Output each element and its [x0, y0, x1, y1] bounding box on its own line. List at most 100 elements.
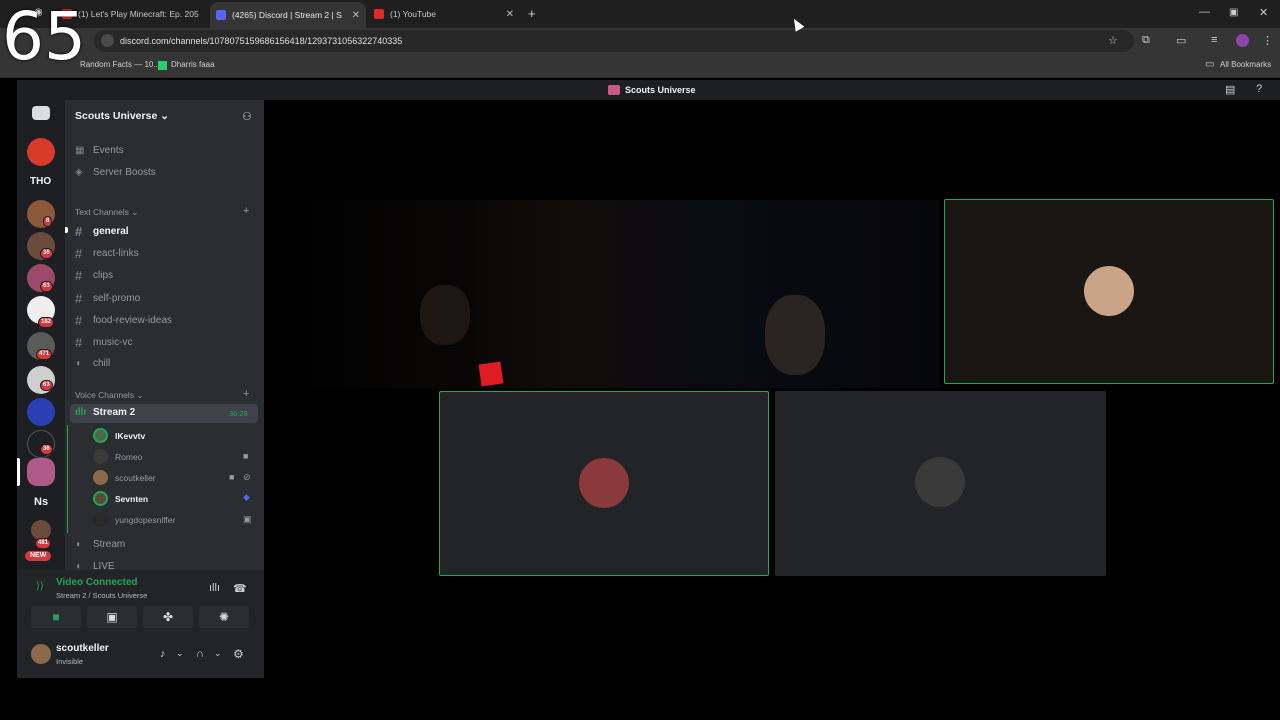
hash-icon: # [75, 313, 83, 328]
cast-icon[interactable]: ▭ [1176, 34, 1186, 47]
video-tile[interactable] [944, 199, 1274, 384]
server-icon-active[interactable] [27, 458, 55, 486]
stream-video[interactable] [270, 200, 940, 388]
mention-badge: 471 [36, 349, 53, 360]
server-name-text: Scouts Universe [75, 110, 158, 122]
nav-label: Server Boosts [93, 167, 156, 178]
channel-label: chill [93, 358, 111, 369]
inbox-icon[interactable]: ▤ [1225, 83, 1235, 96]
noise-suppression-icon[interactable]: ıllı [209, 582, 220, 594]
voice-channel-stream[interactable]: ◖ Stream [75, 539, 125, 550]
user-status: Invisible [56, 657, 84, 666]
window-title: Scouts Universe [625, 85, 696, 95]
mic-icon[interactable]: ♪ [160, 648, 166, 660]
server-icon[interactable] [31, 520, 51, 540]
voice-channel-stream-2[interactable]: ıllı Stream 2 [75, 407, 135, 418]
channel-music-vc[interactable]: # music-vc [75, 335, 132, 350]
youtube-icon [374, 9, 384, 19]
extensions-icon[interactable]: ⧉ [1142, 34, 1150, 47]
voice-location[interactable]: Stream 2 / Scouts Universe [56, 591, 147, 600]
close-window-icon[interactable]: ✕ [1259, 6, 1268, 19]
bookmark-favicon [158, 61, 167, 70]
server-icon[interactable] [27, 398, 55, 426]
close-tab-icon[interactable]: ✕ [344, 10, 360, 21]
video-icon: ■ [243, 451, 249, 461]
voice-tree-line [67, 425, 68, 533]
site-info-icon[interactable] [101, 34, 114, 47]
soundboard-button[interactable]: ✺ [199, 606, 249, 628]
tab-title: (1) YouTube [390, 9, 436, 19]
video-tile[interactable] [775, 391, 1106, 576]
voice-user[interactable]: Romeo [93, 449, 142, 464]
channel-chill[interactable]: ◖ chill [75, 358, 110, 369]
restore-icon[interactable]: ▣ [1229, 7, 1238, 18]
speaker-icon: ◖ [75, 561, 82, 570]
video-tile[interactable] [439, 391, 769, 576]
media-icon[interactable]: ≡ [1211, 34, 1217, 46]
invite-icon[interactable]: ⚇ [242, 110, 252, 123]
chevron-down-icon: ⌄ [160, 110, 170, 122]
chevron-down-icon[interactable]: ⌄ [214, 648, 222, 659]
nav-server-boosts[interactable]: ◈ Server Boosts [75, 167, 156, 178]
help-icon[interactable]: ? [1256, 83, 1262, 95]
close-tab-icon[interactable]: ✕ [498, 9, 514, 20]
category-voice-channels[interactable]: Voice Channels ⌄ [75, 390, 144, 401]
nav-events[interactable]: ▦ Events [75, 145, 124, 156]
tab-title: (1) Let's Play Minecraft: Ep. 205 [78, 9, 199, 19]
channel-label: react-links [93, 248, 139, 259]
channel-label: Stream [93, 539, 126, 550]
voice-user-name: Romeo [115, 451, 143, 462]
user-name[interactable]: scoutkeller [56, 643, 109, 654]
tab-youtube[interactable]: (1) YouTube ✕ [368, 4, 520, 24]
avatar [93, 470, 108, 485]
profile-avatar[interactable] [1236, 34, 1249, 47]
server-icon[interactable] [27, 138, 55, 166]
category-text-channels[interactable]: Text Channels ⌄ [75, 207, 138, 218]
server-name[interactable]: Scouts Universe ⌄ [75, 110, 169, 122]
channel-clips[interactable]: # clips [75, 268, 113, 283]
voice-user[interactable]: yungdopesniffer [93, 512, 175, 527]
voice-channel-live[interactable]: ◖ LIVE [75, 561, 115, 570]
add-channel-icon[interactable]: + [243, 388, 249, 400]
overlay-counter: 65 [2, 0, 86, 75]
signal-icon[interactable]: ⟩⟩ [36, 581, 44, 592]
discord-home-icon[interactable] [32, 106, 50, 120]
tab-discord[interactable]: (4265) Discord | Stream 2 | S ✕ [210, 2, 366, 28]
voice-user[interactable]: Sevnten [93, 491, 148, 506]
headphones-icon[interactable]: ∩ [196, 648, 204, 660]
activities-button[interactable]: ✤ [143, 606, 193, 628]
activity-icon: ◆ [243, 492, 250, 502]
add-channel-icon[interactable]: + [243, 205, 249, 217]
speaker-icon: ◖ [75, 539, 82, 550]
server-label-tho[interactable]: THO [30, 176, 51, 187]
chevron-down-icon[interactable]: ⌄ [176, 648, 184, 659]
bookmark-random-facts[interactable]: Random Facts — 10... [80, 60, 160, 69]
minimize-icon[interactable]: — [1199, 6, 1210, 18]
channel-react-links[interactable]: # react-links [75, 246, 139, 261]
channel-self-promo[interactable]: # self-promo [75, 291, 140, 306]
voice-status[interactable]: Video Connected [56, 577, 138, 588]
channel-label: general [93, 226, 129, 237]
streamer-figure [420, 285, 470, 345]
gear-icon[interactable]: ⚙ [233, 647, 244, 661]
camera-button[interactable]: ■ [31, 606, 81, 628]
menu-icon[interactable]: ⋮ [1262, 34, 1273, 47]
channel-food-review-ideas[interactable]: # food-review-ideas [75, 313, 172, 328]
channel-general[interactable]: # general [75, 224, 129, 239]
disconnect-icon[interactable]: ☎ [233, 582, 247, 595]
category-label: Text Channels [75, 207, 129, 217]
hash-icon: # [75, 224, 83, 239]
server-label-ns[interactable]: Ns [34, 496, 48, 508]
screen-share-button[interactable]: ▣ [87, 606, 137, 628]
user-avatar[interactable] [31, 644, 51, 664]
bookmark-dharris[interactable]: Dharris faaa [171, 60, 215, 69]
star-icon[interactable]: ☆ [1108, 34, 1118, 47]
channel-label: food-review-ideas [93, 315, 172, 326]
voice-user-name: Sevnten [115, 493, 149, 504]
close-tab-icon[interactable]: ✕ [199, 9, 206, 20]
all-bookmarks[interactable]: All Bookmarks [1220, 60, 1271, 69]
voice-user[interactable]: lKevvtv [93, 428, 145, 443]
channel-label: Stream 2 [93, 407, 136, 418]
new-tab-icon[interactable]: + [528, 6, 536, 21]
voice-user[interactable]: scoutkeller [93, 470, 156, 485]
